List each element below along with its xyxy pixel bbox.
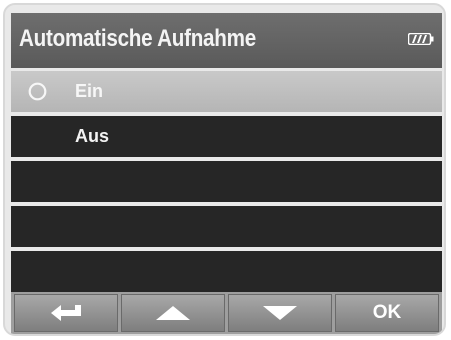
menu-item-label: Ein bbox=[75, 81, 104, 101]
menu-item-empty bbox=[11, 251, 442, 292]
menu-item-aus[interactable]: Aus bbox=[11, 116, 442, 157]
menu-list: Ein Aus bbox=[11, 71, 442, 296]
return-arrow-icon bbox=[48, 302, 84, 324]
battery-icon bbox=[407, 32, 434, 46]
ok-label: OK bbox=[372, 302, 402, 323]
menu-header: Automatische Aufnahme bbox=[11, 13, 442, 68]
menu-title: Automatische Aufnahme bbox=[19, 25, 256, 52]
menu-item-empty bbox=[11, 206, 442, 247]
triangle-down-icon bbox=[262, 305, 298, 321]
radio-circle-icon bbox=[28, 82, 47, 101]
button-bar: OK bbox=[11, 292, 442, 334]
device-screen: Automatische Aufnahme Ein Aus OK bbox=[3, 3, 446, 336]
menu-item-label: Aus bbox=[75, 126, 110, 146]
menu-item-empty bbox=[11, 161, 442, 202]
down-button[interactable] bbox=[228, 294, 332, 332]
up-button[interactable] bbox=[121, 294, 225, 332]
back-button[interactable] bbox=[14, 294, 118, 332]
triangle-up-icon bbox=[155, 305, 191, 321]
ok-button[interactable]: OK bbox=[335, 294, 439, 332]
menu-item-ein[interactable]: Ein bbox=[11, 71, 442, 112]
